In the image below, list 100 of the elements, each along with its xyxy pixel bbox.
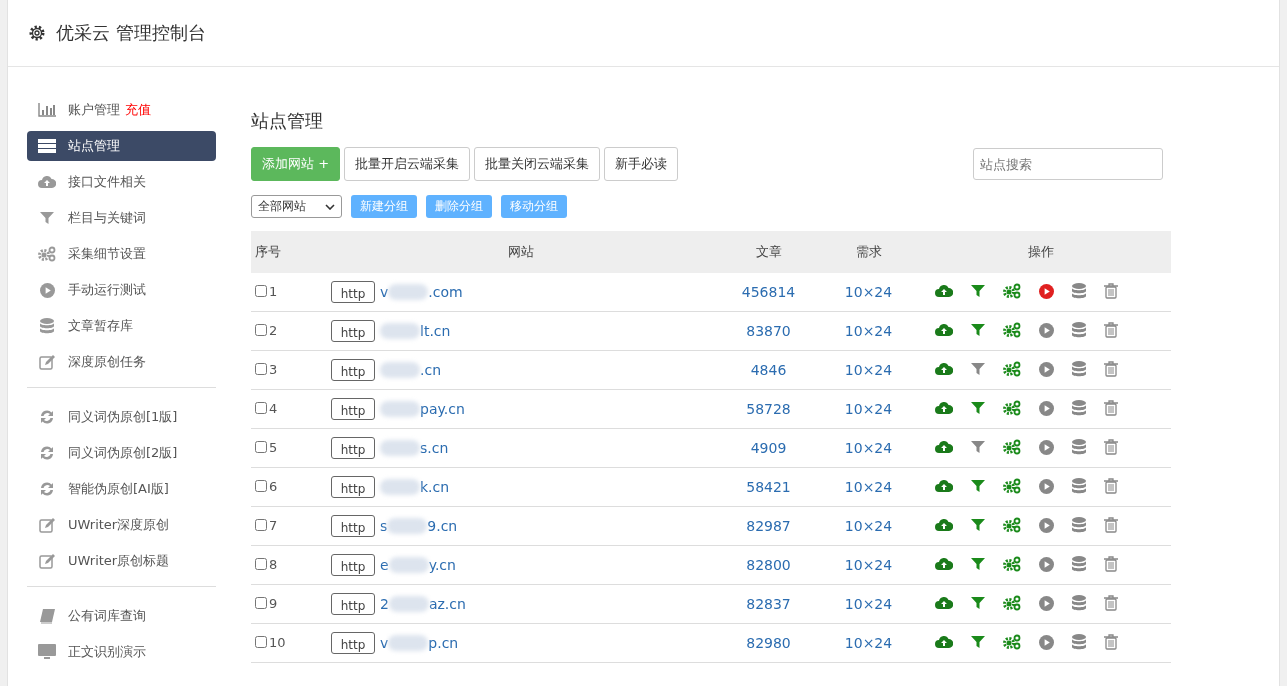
row-checkbox[interactable]	[255, 480, 267, 493]
gears-icon[interactable]	[1002, 634, 1021, 650]
delete-icon[interactable]	[1103, 361, 1118, 377]
site-name[interactable]: 2	[380, 596, 389, 612]
gears-icon[interactable]	[1002, 556, 1021, 572]
row-checkbox[interactable]	[255, 285, 267, 298]
play-icon[interactable]	[1038, 634, 1054, 650]
gears-icon[interactable]	[1002, 400, 1021, 416]
cloud-upload-icon[interactable]	[934, 518, 953, 532]
filter-icon[interactable]	[970, 362, 985, 376]
site-domain[interactable]: s.cn	[420, 440, 449, 456]
delete-icon[interactable]	[1103, 283, 1118, 299]
database-icon[interactable]	[1071, 361, 1086, 377]
delete-icon[interactable]	[1103, 595, 1118, 611]
site-domain[interactable]: az.cn	[428, 596, 466, 612]
article-count[interactable]: 4909	[750, 440, 787, 456]
sidebar-item[interactable]: 接口文件相关	[27, 167, 216, 197]
toolbar-button[interactable]: 批量关闭云端采集	[474, 147, 601, 181]
filter-icon[interactable]	[970, 635, 985, 649]
database-icon[interactable]	[1071, 634, 1086, 650]
play-icon[interactable]	[1038, 556, 1054, 572]
cloud-upload-icon[interactable]	[934, 284, 953, 298]
site-domain[interactable]: lt.cn	[420, 323, 451, 339]
site-domain[interactable]: k.cn	[420, 479, 450, 495]
play-icon[interactable]	[1038, 361, 1054, 377]
article-count[interactable]: 82837	[746, 596, 791, 612]
play-icon[interactable]	[1038, 478, 1054, 494]
sidebar-item[interactable]: 账户管理 充值	[27, 95, 216, 125]
delete-icon[interactable]	[1103, 517, 1118, 533]
delete-icon[interactable]	[1103, 439, 1118, 455]
toolbar-button[interactable]: 批量开启云端采集	[344, 147, 471, 181]
play-icon[interactable]	[1038, 517, 1054, 533]
sidebar-item[interactable]: 站点管理	[27, 131, 216, 161]
cloud-upload-icon[interactable]	[934, 557, 953, 571]
cloud-upload-icon[interactable]	[934, 362, 953, 376]
database-icon[interactable]	[1071, 478, 1086, 494]
cloud-upload-icon[interactable]	[934, 479, 953, 493]
site-domain[interactable]: .cn	[420, 362, 442, 378]
row-checkbox[interactable]	[255, 441, 267, 454]
gears-icon[interactable]	[1002, 361, 1021, 377]
play-icon[interactable]	[1038, 400, 1054, 416]
gears-icon[interactable]	[1002, 322, 1021, 338]
search-field[interactable]: 站点搜索	[973, 148, 1163, 180]
article-count[interactable]: 456814	[741, 284, 796, 300]
sidebar-item[interactable]: 手动运行测试	[27, 275, 216, 305]
sidebar-item[interactable]: 同义词伪原创[2版]	[27, 438, 216, 468]
article-count[interactable]: 82987	[746, 518, 791, 534]
article-count[interactable]: 58421	[746, 479, 791, 495]
site-name[interactable]: s	[380, 518, 388, 534]
recharge-link[interactable]: 充值	[125, 101, 151, 119]
row-checkbox[interactable]	[255, 402, 267, 415]
sidebar-item[interactable]: 深度原创任务	[27, 347, 216, 377]
article-count[interactable]: 4846	[750, 362, 787, 378]
sidebar-item[interactable]: 公有词库查询	[27, 601, 216, 631]
site-domain[interactable]: p.cn	[428, 635, 459, 651]
sidebar-item[interactable]: 文章暂存库	[27, 311, 216, 341]
gears-icon[interactable]	[1002, 478, 1021, 494]
database-icon[interactable]	[1071, 400, 1086, 416]
delete-icon[interactable]	[1103, 478, 1118, 494]
database-icon[interactable]	[1071, 517, 1086, 533]
row-checkbox[interactable]	[255, 324, 267, 337]
play-icon[interactable]	[1038, 439, 1054, 455]
play-icon[interactable]	[1038, 595, 1054, 611]
filter-icon[interactable]	[970, 479, 985, 493]
delete-icon[interactable]	[1103, 322, 1118, 338]
row-checkbox[interactable]	[255, 636, 267, 649]
article-count[interactable]: 58728	[746, 401, 791, 417]
delete-icon[interactable]	[1103, 634, 1118, 650]
site-name[interactable]: v	[380, 635, 389, 651]
site-domain[interactable]: 9.cn	[427, 518, 458, 534]
group-dropdown[interactable]: 全部网站	[251, 195, 342, 218]
cloud-upload-icon[interactable]	[934, 596, 953, 610]
cloud-upload-icon[interactable]	[934, 635, 953, 649]
row-checkbox[interactable]	[255, 558, 267, 571]
cloud-upload-icon[interactable]	[934, 323, 953, 337]
filter-icon[interactable]	[970, 518, 985, 532]
sidebar-item[interactable]: 同义词伪原创[1版]	[27, 402, 216, 432]
play-icon[interactable]	[1038, 322, 1054, 338]
site-name[interactable]: v	[380, 284, 389, 300]
row-checkbox[interactable]	[255, 519, 267, 532]
gears-icon[interactable]	[1002, 283, 1021, 299]
database-icon[interactable]	[1071, 556, 1086, 572]
sidebar-item[interactable]: 栏目与关键词	[27, 203, 216, 233]
site-name[interactable]: e	[380, 557, 389, 573]
site-domain[interactable]: .com	[428, 284, 463, 300]
filter-icon[interactable]	[970, 440, 985, 454]
row-checkbox[interactable]	[255, 363, 267, 376]
cloud-upload-icon[interactable]	[934, 401, 953, 415]
site-domain[interactable]: y.cn	[428, 557, 456, 573]
delete-icon[interactable]	[1103, 556, 1118, 572]
sidebar-item[interactable]: 正文识别演示	[27, 637, 216, 667]
cloud-upload-icon[interactable]	[934, 440, 953, 454]
filter-icon[interactable]	[970, 557, 985, 571]
play-icon[interactable]	[1038, 283, 1054, 299]
site-domain[interactable]: pay.cn	[420, 401, 465, 417]
row-checkbox[interactable]	[255, 597, 267, 610]
sidebar-item[interactable]: UWriter原创标题	[27, 546, 216, 576]
sidebar-item[interactable]: 智能伪原创[AI版]	[27, 474, 216, 504]
gears-icon[interactable]	[1002, 517, 1021, 533]
filter-icon[interactable]	[970, 323, 985, 337]
